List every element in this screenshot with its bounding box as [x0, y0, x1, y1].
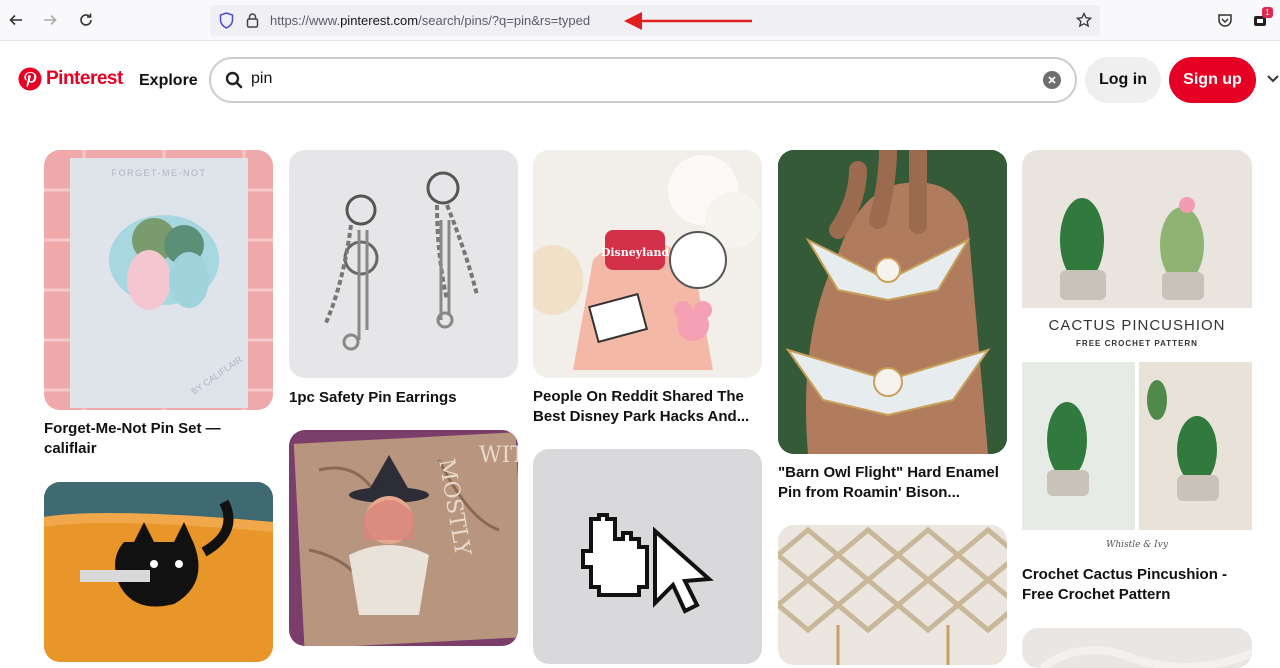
pin-artwork: Disneyland — [533, 150, 762, 378]
reload-icon — [80, 13, 92, 26]
pin-image[interactable] — [778, 525, 1007, 665]
bookmark-star-icon[interactable] — [1076, 12, 1092, 28]
back-button[interactable] — [5, 9, 27, 31]
search-bar[interactable] — [209, 57, 1077, 103]
pinterest-logo-text: Pinterest — [46, 68, 123, 89]
svg-text:Disneyland: Disneyland — [601, 246, 670, 259]
search-icon — [225, 71, 243, 89]
pin-image[interactable] — [1022, 628, 1252, 668]
pin-artwork: CACTUS PINCUSHION FREE CROCHET PATTERN W… — [1022, 150, 1252, 556]
pinterest-logo[interactable]: Pinterest — [18, 67, 123, 91]
pin-title[interactable]: Forget-Me-Not Pin Set — califlair — [44, 419, 274, 459]
pin-title[interactable]: 1pc Safety Pin Earrings — [289, 388, 519, 408]
pin-artwork: FORGET-ME-NOT BY CALIFLAIR — [44, 150, 273, 410]
pin-image[interactable] — [533, 449, 762, 664]
svg-text:CACTUS PINCUSHION: CACTUS PINCUSHION — [1048, 317, 1225, 334]
pin-image[interactable] — [44, 482, 273, 662]
forward-arrow-icon — [44, 14, 57, 26]
clear-search-button[interactable] — [1043, 71, 1061, 89]
pin-artwork — [44, 482, 273, 662]
pin-title[interactable]: "Barn Owl Flight" Hard Enamel Pin from R… — [778, 463, 1008, 503]
pin-image[interactable]: MOSTLY WITCH — [289, 430, 518, 646]
forward-button[interactable] — [39, 9, 61, 31]
pin-artwork: MOSTLY WITCH — [289, 430, 518, 646]
pin-image[interactable]: Disneyland — [533, 150, 762, 378]
browser-toolbar: https://www.pinterest.com/search/pins/?q… — [0, 0, 1280, 41]
annotation-arrow — [624, 12, 752, 30]
svg-text:FORGET-ME-NOT: FORGET-ME-NOT — [112, 168, 207, 178]
pin-image[interactable]: FORGET-ME-NOT BY CALIFLAIR — [44, 150, 273, 410]
notification-badge: 1 — [1262, 7, 1273, 18]
pin-artwork — [1022, 628, 1252, 668]
pin-title[interactable]: People On Reddit Shared The Best Disney … — [533, 387, 763, 427]
reload-button[interactable] — [75, 9, 97, 31]
pin-title[interactable]: Crochet Cactus Pincushion - Free Crochet… — [1022, 565, 1252, 605]
pinterest-logo-icon — [18, 67, 42, 91]
pin-image[interactable] — [778, 150, 1007, 454]
pin-artwork — [533, 449, 762, 664]
url-text[interactable]: https://www.pinterest.com/search/pins/?q… — [270, 13, 590, 28]
signup-button[interactable]: Sign up — [1169, 57, 1256, 103]
pin-artwork — [289, 150, 518, 378]
pin-artwork — [778, 150, 1007, 454]
pocket-icon[interactable] — [1217, 12, 1233, 28]
pin-artwork — [778, 525, 1007, 665]
pin-image[interactable] — [289, 150, 518, 378]
close-icon — [1048, 76, 1056, 84]
svg-text:FREE CROCHET PATTERN: FREE CROCHET PATTERN — [1076, 339, 1198, 348]
svg-text:Whistle & Ivy: Whistle & Ivy — [1106, 540, 1169, 550]
svg-text:WITCH: WITCH — [479, 443, 518, 468]
lock-icon[interactable] — [246, 12, 259, 28]
explore-link[interactable]: Explore — [139, 72, 198, 90]
search-input[interactable] — [251, 70, 1031, 88]
pin-image[interactable]: CACTUS PINCUSHION FREE CROCHET PATTERN W… — [1022, 150, 1252, 556]
chevron-down-icon[interactable] — [1266, 72, 1280, 86]
tracking-shield-icon[interactable] — [219, 12, 234, 29]
login-button[interactable]: Log in — [1085, 57, 1161, 103]
back-arrow-icon — [9, 14, 22, 26]
